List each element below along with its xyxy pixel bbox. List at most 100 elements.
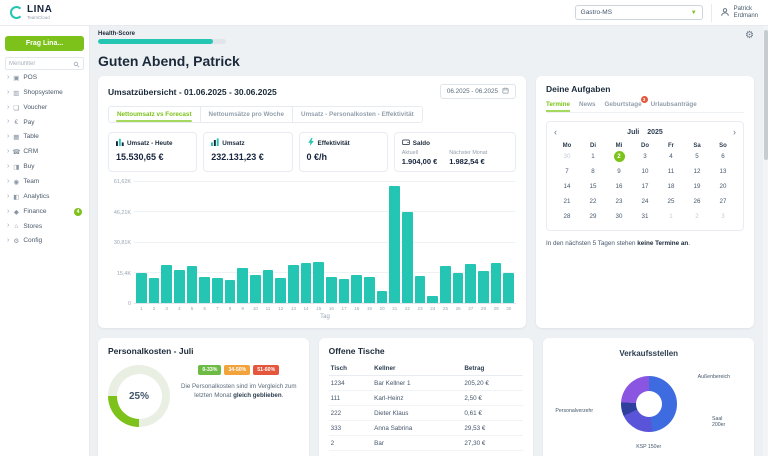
calendar-day-17[interactable]: 17: [640, 181, 651, 192]
tasks-tab-3[interactable]: Geburtstage3: [604, 101, 641, 108]
calendar-day-29[interactable]: 29: [588, 211, 599, 222]
tasks-tab-2[interactable]: News: [579, 101, 595, 108]
table-row[interactable]: 2Bar27,30 €: [329, 436, 524, 451]
bar-day-10: [250, 275, 261, 303]
calendar-day-18[interactable]: 18: [666, 181, 677, 192]
calendar-day-7[interactable]: 7: [562, 166, 573, 177]
calendar-day-3[interactable]: 3: [640, 151, 651, 162]
calendar-day-6[interactable]: 6: [718, 151, 729, 162]
settings-gear-icon[interactable]: ⚙: [745, 31, 754, 41]
calendar-day-24[interactable]: 24: [640, 196, 651, 207]
table-cell: Karl-Heinz: [372, 391, 462, 406]
calendar-day-30[interactable]: 30: [562, 151, 573, 162]
sidebar-item-shopsysteme[interactable]: ›▥Shopsysteme: [5, 85, 84, 100]
sidebar-item-team[interactable]: ›◉Team: [5, 174, 84, 189]
kpi-label: Umsatz - Heute: [127, 140, 173, 147]
x-tick-label: 22: [402, 306, 413, 311]
calendar-day-22[interactable]: 22: [588, 196, 599, 207]
greeting: Guten Abend, Patrick: [98, 53, 754, 69]
bar-day-6: [199, 277, 210, 303]
calendar-next-icon[interactable]: ›: [733, 128, 736, 137]
sidebar-item-table[interactable]: ›▦Table: [5, 129, 84, 144]
calendar-day-28[interactable]: 28: [562, 211, 573, 222]
calendar-day-4[interactable]: 4: [666, 151, 677, 162]
calendar-day-30[interactable]: 30: [614, 211, 625, 222]
calendar-day-21[interactable]: 21: [562, 196, 573, 207]
calendar-year-select[interactable]: 2025: [647, 129, 663, 136]
calendar-day-1[interactable]: 1: [666, 211, 677, 222]
brand-subtitle: TeamCloud: [27, 15, 52, 20]
revenue-tab-3[interactable]: Umsatz - Personalkosten - Effektivität: [293, 107, 422, 122]
table-column-header: Betrag: [462, 362, 523, 376]
finance-icon: ◆: [12, 208, 20, 216]
calendar-prev-icon[interactable]: ‹: [554, 128, 557, 137]
threshold-badge: 51-60%: [253, 365, 279, 375]
kpi-umsatz-heute: Umsatz - Heute15.530,65 €: [108, 132, 197, 172]
frag-lina-button[interactable]: Frag Lina...: [5, 36, 84, 51]
calendar-day-14[interactable]: 14: [562, 181, 573, 192]
calendar-day-2[interactable]: 2: [614, 151, 625, 162]
table-row[interactable]: 111Karl-Heinz2,50 €: [329, 391, 524, 406]
table-row[interactable]: 1234Bar Kellner 1205,20 €: [329, 376, 524, 391]
revenue-tab-1[interactable]: Nettoumsatz vs Forecast: [109, 107, 201, 122]
sidebar-item-crm[interactable]: ›☎CRM: [5, 144, 84, 159]
date-range-picker[interactable]: 06.2025 - 06.2025: [440, 84, 516, 99]
page-scrollbar[interactable]: [763, 26, 768, 456]
table-icon: ▦: [12, 133, 20, 141]
calendar-icon: [502, 87, 509, 96]
bar-day-25: [440, 266, 451, 303]
calendar-day-1[interactable]: 1: [588, 151, 599, 162]
table-row[interactable]: 333Anna Sabrina29,53 €: [329, 421, 524, 436]
x-tick-label: 27: [465, 306, 476, 311]
calendar-day-23[interactable]: 23: [614, 196, 625, 207]
analytics-icon: ◧: [12, 193, 20, 201]
user-menu[interactable]: Patrick Erdmann: [711, 4, 758, 22]
scrollbar-thumb[interactable]: [764, 30, 768, 160]
tasks-tab-1[interactable]: Termine: [546, 101, 570, 108]
calendar-day-5[interactable]: 5: [692, 151, 703, 162]
calendar-day-25[interactable]: 25: [666, 196, 677, 207]
calendar-day-11[interactable]: 11: [666, 166, 677, 177]
menu-filter-input[interactable]: [9, 61, 73, 67]
calendar-day-3[interactable]: 3: [718, 211, 729, 222]
calendar-day-12[interactable]: 12: [692, 166, 703, 177]
calendar-day-9[interactable]: 9: [614, 166, 625, 177]
health-score: Health-Score: [98, 31, 226, 44]
org-select[interactable]: Gastro-MS ▼: [575, 5, 703, 20]
calendar-day-8[interactable]: 8: [588, 166, 599, 177]
calendar-day-10[interactable]: 10: [640, 166, 651, 177]
chevron-right-icon: ›: [7, 194, 9, 200]
sidebar-item-analytics[interactable]: ›◧Analytics: [5, 189, 84, 204]
calendar-day-26[interactable]: 26: [692, 196, 703, 207]
sidebar-item-config[interactable]: ›⚙Config: [5, 233, 84, 248]
table-cell: Dieter Klaus: [372, 406, 462, 421]
sidebar-item-voucher[interactable]: ›❏Voucher: [5, 100, 84, 115]
revenue-tab-2[interactable]: Nettoumsätze pro Woche: [201, 107, 293, 122]
sidebar-item-finance[interactable]: ›◆Finance4: [5, 204, 84, 219]
tasks-tab-4[interactable]: Urlaubsanträge: [651, 101, 697, 108]
sidebar-item-label: Finance: [23, 208, 71, 215]
calendar-day-20[interactable]: 20: [718, 181, 729, 192]
calendar-month-select[interactable]: Juli: [627, 129, 639, 136]
calendar-day-2[interactable]: 2: [692, 211, 703, 222]
x-tick-label: 14: [301, 306, 312, 311]
calendar-day-16[interactable]: 16: [614, 181, 625, 192]
calendar-day-13[interactable]: 13: [718, 166, 729, 177]
sidebar-item-pay[interactable]: ›€Pay: [5, 115, 84, 129]
calendar-day-27[interactable]: 27: [718, 196, 729, 207]
sidebar-item-buy[interactable]: ›◨Buy: [5, 159, 84, 174]
sidebar-item-label: Team: [23, 178, 82, 185]
voucher-icon: ❏: [12, 104, 20, 112]
calendar-day-19[interactable]: 19: [692, 181, 703, 192]
umsatz-heute-icon: [116, 138, 124, 148]
calendar-day-15[interactable]: 15: [588, 181, 599, 192]
chart-plot-area: [134, 182, 516, 304]
table-cell: 1234: [329, 376, 373, 391]
bar-day-8: [225, 280, 236, 303]
bar-day-27: [465, 264, 476, 303]
table-row[interactable]: 222Dieter Klaus0,61 €: [329, 406, 524, 421]
calendar-day-31[interactable]: 31: [640, 211, 651, 222]
bar-day-15: [313, 262, 324, 303]
y-tick-label: 30,81K: [114, 240, 131, 246]
sidebar-item-stores[interactable]: ›⌂Stores: [5, 219, 84, 233]
